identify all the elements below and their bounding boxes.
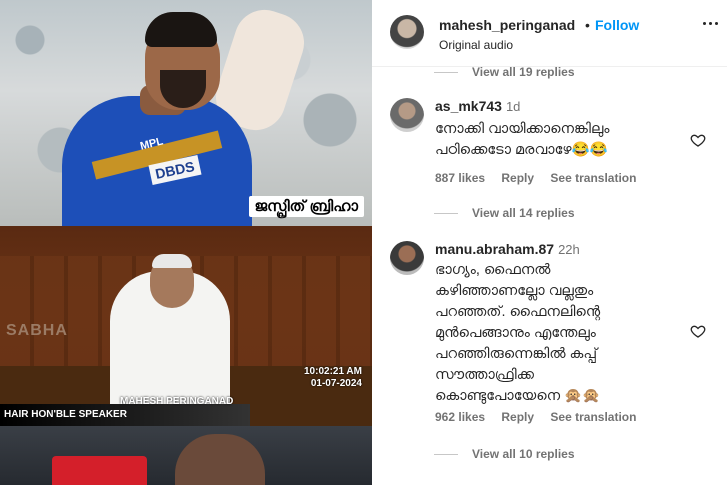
separator-dot: • [585,17,590,33]
heart-icon[interactable] [690,323,706,339]
comment-text: നോക്കി വായിക്കാനെങ്കിലും പഠിക്കെടോ മരവാഴ… [435,121,610,158]
see-translation-button[interactable]: See translation [550,410,636,424]
media-panel-cricketer: MPL DBDS ജസ്പ്രിത് ബ്രിഹാ [0,0,372,226]
comment-item: as_mk743 1d നോക്കി വായിക്കാനെങ്കിലും പഠിക… [390,98,700,218]
replies-divider [434,454,458,455]
comment-actions: 887 likes Reply See translation [435,171,649,185]
replies-divider [434,213,458,214]
comment-likes[interactable]: 962 likes [435,410,485,424]
more-options-icon[interactable] [703,22,719,26]
comment-header: manu.abraham.87 22h [435,241,580,257]
player-jersey [62,96,252,226]
comment-item: manu.abraham.87 22h ഭാഗ്യം, ഫൈനൽ കഴിഞ്ഞാണ… [390,241,700,431]
see-translation-button[interactable]: See translation [550,171,636,185]
comment-header: as_mk743 1d [435,98,520,114]
audio-label[interactable]: Original audio [439,38,513,52]
comment-actions: 962 likes Reply See translation [435,410,649,424]
meme-caption: ജസ്പ്രിത് ബ്രിഹാ [248,196,364,217]
sponsor-board [52,456,147,485]
comments-sidebar: mahesh_peringanad • Follow Original audi… [372,0,727,485]
comment-text: ഭാഗ്യം, ഫൈനൽ കഴിഞ്ഞാണല്ലോ വല്ലതും പറഞ്ഞത… [435,262,601,404]
author-username[interactable]: mahesh_peringanad [439,17,575,33]
author-avatar[interactable] [390,15,424,49]
news-ticker: HAIR HON'BLE SPEAKER [0,404,250,426]
commenter-avatar[interactable] [390,241,424,275]
reply-button[interactable]: Reply [501,171,534,185]
creator-watermark: MAHESH PERINGANAD [120,396,234,407]
video-date: 01-07-2024 [310,378,362,389]
sabha-watermark: SABHA [6,322,68,339]
comment-likes[interactable]: 887 likes [435,171,485,185]
heart-icon[interactable] [690,132,706,148]
comment-time: 1d [505,99,521,114]
follow-button[interactable]: Follow [595,17,639,33]
speaker-hair [152,254,192,268]
commenter-username[interactable]: as_mk743 [435,98,502,114]
media-panel-third [0,426,372,485]
commenter-avatar[interactable] [390,98,424,132]
view-replies-label: View all 19 replies [472,65,575,79]
comment-time: 22h [558,242,580,257]
video-timestamp: 10:02:21 AM 01-07-2024 [304,366,362,390]
player-face [175,434,265,485]
reel-video[interactable]: MPL DBDS ജസ്പ്രിത് ബ്രിഹാ SABHA 10:02:21… [0,0,372,485]
replies-divider [434,72,458,73]
commenter-username[interactable]: manu.abraham.87 [435,241,554,257]
post-header: mahesh_peringanad • Follow Original audi… [372,0,727,67]
view-replies-label: View all 14 replies [472,206,575,220]
reply-button[interactable]: Reply [501,410,534,424]
player-hair [145,12,217,47]
view-replies-label: View all 10 replies [472,447,575,461]
media-panel-assembly: SABHA 10:02:21 AM 01-07-2024 HAIR HON'BL… [0,226,372,426]
video-time: 10:02:21 AM [304,366,362,377]
